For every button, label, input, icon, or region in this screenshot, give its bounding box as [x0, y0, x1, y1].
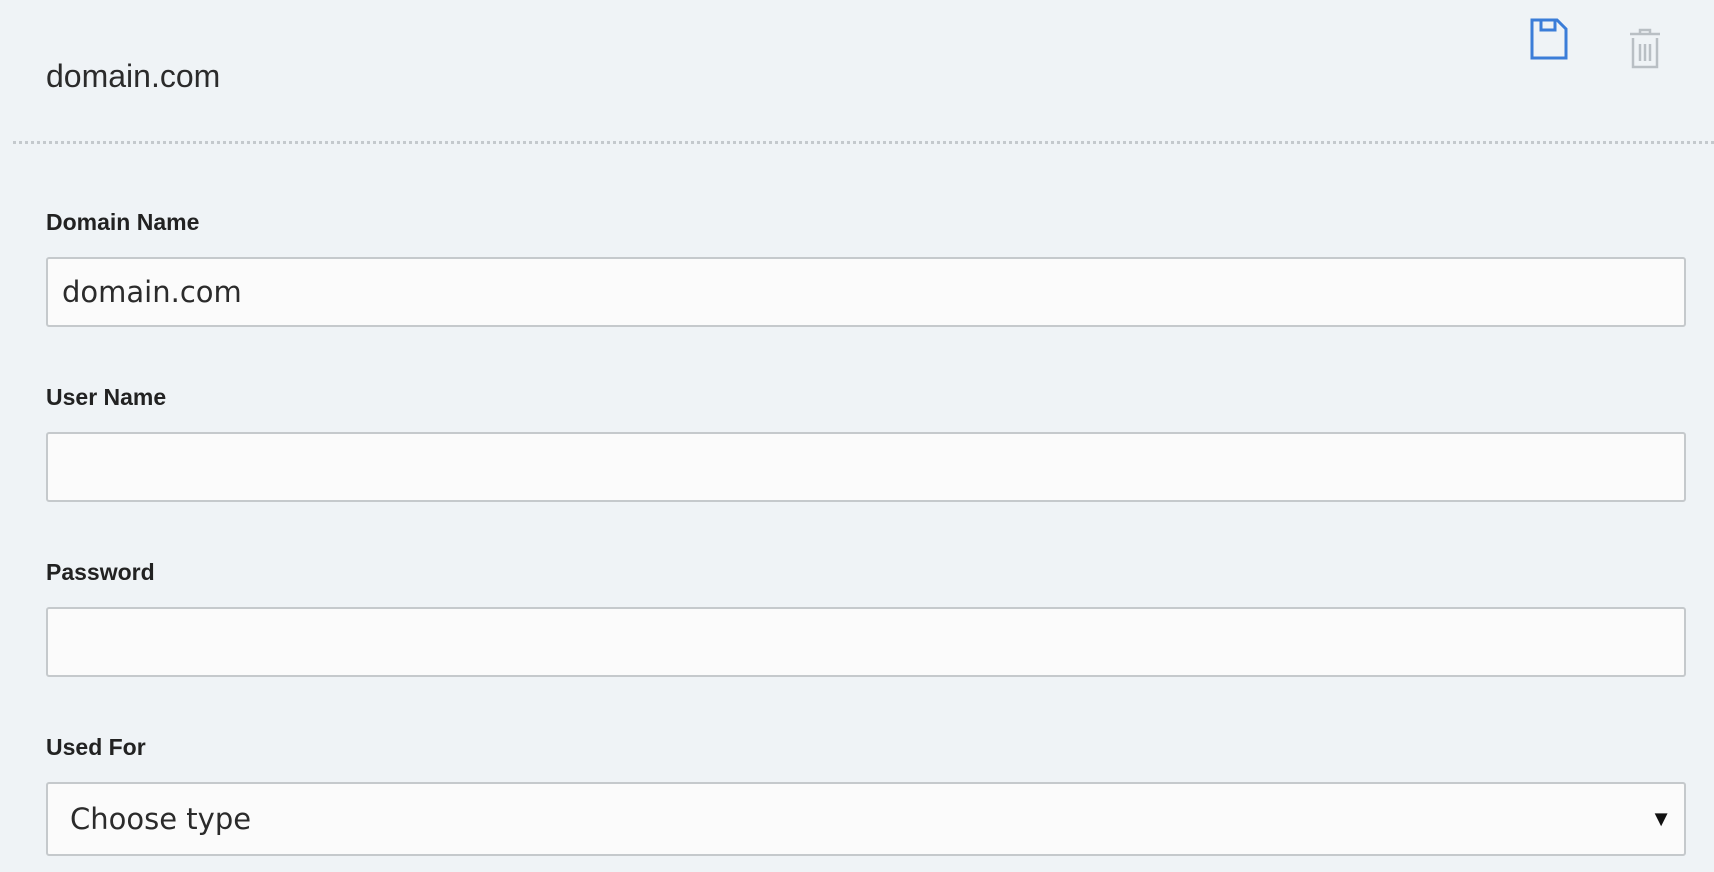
- domain-name-label: Domain Name: [46, 209, 200, 235]
- floppy-disk-icon: [1530, 18, 1568, 60]
- password-input[interactable]: [46, 607, 1686, 677]
- user-name-input[interactable]: [46, 432, 1686, 502]
- password-label: Password: [46, 559, 155, 585]
- delete-button[interactable]: [1620, 24, 1670, 74]
- user-name-label: User Name: [46, 384, 167, 410]
- page-title: domain.com: [46, 58, 221, 94]
- used-for-selected-value: Choose type: [70, 802, 252, 836]
- domain-name-input[interactable]: [46, 257, 1686, 327]
- domain-credential-page: domain.com Domain Name User Name Passwor…: [0, 0, 1714, 872]
- used-for-select[interactable]: Choose type ▼: [46, 782, 1686, 856]
- header-divider: [13, 141, 1714, 144]
- trash-icon: [1630, 28, 1660, 69]
- caret-down-icon: ▼: [1650, 806, 1672, 831]
- page-header: domain.com: [0, 0, 1714, 143]
- used-for-label: Used For: [46, 734, 146, 760]
- save-button[interactable]: [1524, 14, 1574, 64]
